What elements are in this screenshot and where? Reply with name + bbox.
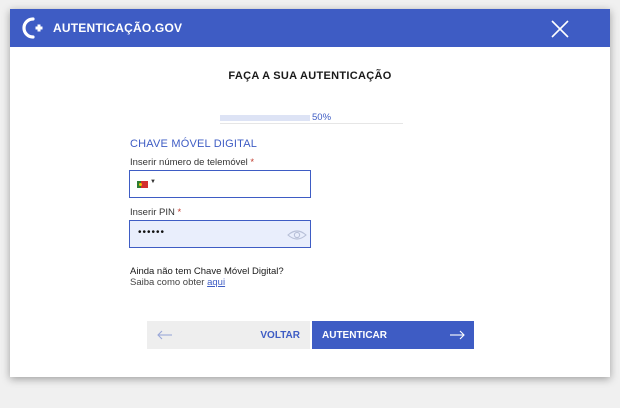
progress-track-line <box>220 123 403 124</box>
phone-field-label: Inserir número de telemóvel * <box>130 157 254 168</box>
progress-label: 50% <box>312 112 332 123</box>
required-mark: * <box>250 157 255 168</box>
chevron-down-icon[interactable]: ▼ <box>150 179 156 185</box>
phone-label-text: Inserir número de telemóvel <box>130 157 248 168</box>
close-icon[interactable] <box>548 17 572 41</box>
required-mark: * <box>177 207 182 218</box>
app-title: AUTENTICAÇÃO.GOV <box>53 21 183 35</box>
authenticate-button-label: AUTENTICAR <box>322 330 387 341</box>
phone-input[interactable] <box>160 175 308 193</box>
authenticate-button[interactable]: AUTENTICAR <box>312 321 474 349</box>
pin-label-text: Inserir PIN <box>130 207 175 218</box>
progress-fill <box>220 115 310 121</box>
section-title: CHAVE MÓVEL DIGITAL <box>130 138 258 150</box>
help-answer: Saiba como obter aqui <box>130 277 225 288</box>
pin-field-label: Inserir PIN * <box>130 207 181 218</box>
page-title: FAÇA A SUA AUTENTICAÇÃO <box>228 70 392 82</box>
modal-header: AUTENTICAÇÃO.GOV <box>10 9 610 47</box>
arrow-right-icon <box>450 330 465 340</box>
help-link[interactable]: aqui <box>207 277 225 288</box>
authentication-modal: AUTENTICAÇÃO.GOV FAÇA A SUA AUTENTICAÇÃO… <box>10 9 610 377</box>
phone-field: ▼ <box>129 170 311 198</box>
help-question: Ainda não tem Chave Móvel Digital? <box>130 266 284 277</box>
back-button[interactable]: VOLTAR <box>147 321 310 349</box>
autenticacao-logo-icon <box>22 17 43 39</box>
back-button-label: VOLTAR <box>260 330 300 341</box>
pin-value: •••••• <box>138 227 166 238</box>
portugal-flag-icon[interactable] <box>137 181 148 188</box>
help-prefix: Saiba como obter <box>130 277 205 288</box>
eye-icon[interactable] <box>287 229 307 241</box>
arrow-left-icon <box>157 330 172 340</box>
pin-input[interactable]: •••••• <box>129 220 311 248</box>
